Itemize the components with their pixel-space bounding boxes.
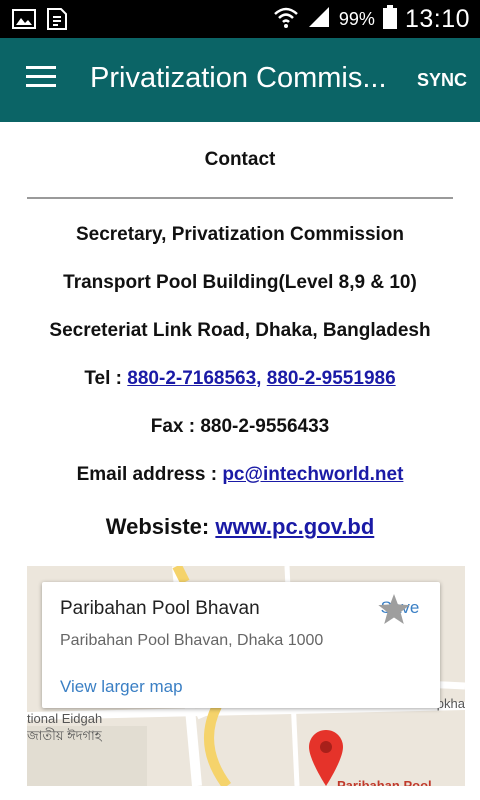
place-address: Paribahan Pool Bhavan, Dhaka 1000 <box>60 632 324 649</box>
fax-line: Fax : 880-2-9556433 <box>150 416 330 437</box>
tel-line: Tel : 880-2-7168563, 880-2-9551986 <box>0 368 480 390</box>
hamburger-menu-icon[interactable] <box>26 66 56 90</box>
battery-percentage: 99% <box>338 8 375 29</box>
email-label: Email address : <box>76 464 218 485</box>
website-line: Websiste: www.pc.gov.bd <box>0 514 480 540</box>
embedded-map[interactable]: tional Eidgah জাতীয় ঈদগাহ Topkhan Parib… <box>27 566 465 786</box>
contact-line-building: Transport Pool Building(Level 8,9 & 10) <box>63 272 417 293</box>
tel-link-1[interactable]: 880-2-7168563, <box>127 368 261 389</box>
signal-icon <box>307 6 331 33</box>
email-link[interactable]: pc@intechworld.net <box>222 464 403 485</box>
sync-button[interactable]: SYNC <box>417 70 467 91</box>
save-button[interactable]: Save <box>378 594 422 624</box>
contact-line-road: Secreteriat Link Road, Dhaka, Bangladesh <box>49 320 431 341</box>
contact-line-secretary: Secretary, Privatization Commission <box>75 224 405 245</box>
email-line: Email address : pc@intechworld.net <box>0 464 480 486</box>
map-label-eidgah-bangla: জাতীয় ঈদগাহ <box>27 728 102 743</box>
gallery-icon <box>12 9 36 34</box>
tel-link-2[interactable]: 880-2-9551986 <box>267 368 396 389</box>
map-label-eidgah: tional Eidgah <box>27 711 103 726</box>
battery-icon <box>382 4 397 34</box>
divider <box>27 197 453 199</box>
view-larger-map-link[interactable]: View larger map <box>60 677 183 697</box>
place-name: Paribahan Pool Bhavan <box>60 598 260 619</box>
website-label: Websiste: <box>105 514 210 539</box>
status-bar: 99% 13:10 <box>0 0 480 38</box>
app-title: Privatization Commis... <box>90 62 387 94</box>
map-label-pin-place: Paribahan Pool <box>337 778 432 786</box>
sim-card-icon <box>46 7 68 36</box>
tel-label: Tel : <box>84 368 123 389</box>
page-heading: Contact <box>204 149 276 170</box>
place-info-card: Paribahan Pool Bhavan Paribahan Pool Bha… <box>42 582 440 708</box>
wifi-icon <box>273 5 299 34</box>
clock: 13:10 <box>404 4 470 33</box>
website-link[interactable]: www.pc.gov.bd <box>215 514 374 539</box>
app-bar: Privatization Commis... SYNC <box>0 38 480 122</box>
